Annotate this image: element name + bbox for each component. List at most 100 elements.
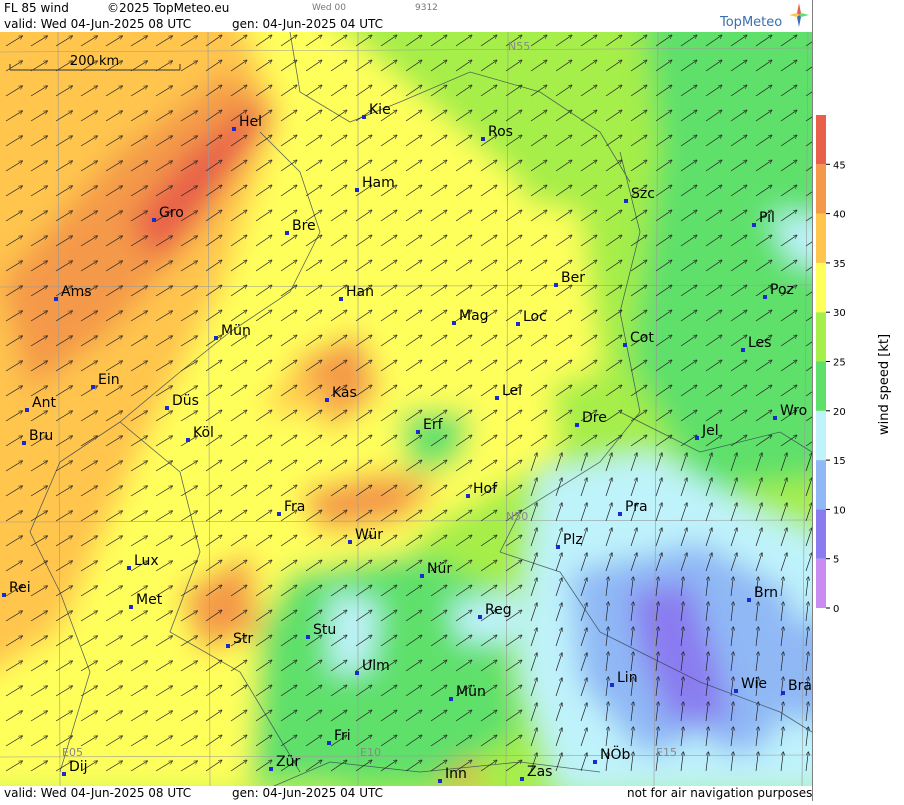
wind-map[interactable]: 200 km N55 N50 E05 E10 E15 Kie Hel Ros Ham S… [0, 32, 812, 786]
city-marker [741, 348, 745, 352]
grid-label-e10: E10 [360, 746, 381, 759]
city-marker [22, 441, 26, 445]
city-marker [91, 385, 95, 389]
city-label: Met [136, 592, 163, 608]
city-marker [554, 283, 558, 287]
city-label: Ams [61, 284, 92, 300]
legend-color-step [816, 164, 826, 214]
city-marker [325, 398, 329, 402]
city-label: Str [233, 631, 253, 647]
product-title: FL 85 wind [4, 1, 69, 15]
footer-valid-time: valid: Wed 04-Jun-2025 08 UTC [4, 786, 192, 800]
city-marker [478, 615, 482, 619]
city-label: Hof [473, 481, 498, 497]
legend-tick-label: 20 [833, 407, 846, 418]
city-marker [452, 321, 456, 325]
city-label: Reg [485, 602, 512, 618]
city-marker [752, 223, 756, 227]
city-marker [763, 295, 767, 299]
city-label: Fra [284, 499, 305, 515]
run-code: 9312 [415, 3, 438, 13]
legend-tick-label: 30 [833, 308, 846, 319]
city-marker [773, 416, 777, 420]
city-label: Erf [423, 417, 444, 433]
city-marker [355, 671, 359, 675]
city-label: Jel [701, 423, 719, 439]
city-label: Han [346, 284, 374, 300]
city-label: Zas [527, 764, 552, 780]
legend-panel: 0 5 10 15 20 25 30 35 40 45 wind speed [kt] [811, 0, 904, 801]
wind-map-canvas: 200 km N55 N50 E05 E10 E15 Kie Hel Ros Ham S… [0, 32, 812, 786]
city-label: Inn [445, 766, 467, 782]
city-marker [520, 777, 524, 781]
city-label: Bra [788, 678, 812, 694]
city-label: Pra [625, 499, 648, 515]
city-label: Les [748, 335, 771, 351]
grid-label-n50: N50 [506, 510, 528, 523]
city-marker [610, 683, 614, 687]
grid-label-n55: N55 [508, 40, 530, 53]
city-label: Ant [32, 395, 56, 411]
scale-bar-label: 200 km [70, 54, 119, 69]
city-marker [516, 322, 520, 326]
city-label: Ber [561, 270, 585, 286]
city-label: Bru [29, 428, 53, 444]
copyright: ©2025 TopMeteo.eu [107, 1, 230, 15]
city-marker [449, 697, 453, 701]
legend-colorbar [816, 115, 826, 608]
city-marker [348, 540, 352, 544]
city-label: Zür [276, 754, 300, 770]
legend-color-step [816, 509, 826, 559]
city-marker [306, 635, 310, 639]
wind-speed-field [0, 32, 812, 786]
city-marker [593, 760, 597, 764]
legend-color-step [816, 558, 826, 608]
city-label: Wür [355, 527, 383, 543]
city-marker [355, 188, 359, 192]
city-label: Loc [523, 309, 547, 325]
footer-generated-time: gen: 04-Jun-2025 04 UTC [232, 786, 384, 800]
city-label: Rei [9, 580, 31, 596]
legend-tick-label: 45 [833, 160, 846, 171]
legend-color-step [816, 262, 826, 313]
city-label: Fri [334, 728, 351, 744]
city-marker [781, 691, 785, 695]
city-marker [277, 512, 281, 516]
city-label: Wie [741, 676, 767, 692]
wind-speed-legend: 0 5 10 15 20 25 30 35 40 45 wind speed [kt] [811, 0, 892, 801]
legend-tick-label: 10 [833, 505, 846, 516]
grid-label-e05: E05 [62, 746, 83, 759]
legend-tick-label: 0 [833, 604, 839, 615]
legend-tick-label: 5 [833, 555, 839, 566]
city-label: Poz [770, 282, 794, 298]
legend-color-step [816, 312, 826, 362]
legend-color-step [816, 213, 826, 263]
city-label: Kie [369, 102, 391, 118]
city-marker [747, 598, 751, 602]
city-marker [734, 689, 738, 693]
city-label: Ein [98, 372, 120, 388]
legend-ticks: 0 5 10 15 20 25 30 35 40 45 [826, 160, 846, 615]
city-marker [269, 767, 273, 771]
legend-tick-label: 25 [833, 358, 846, 369]
city-label: Lux [134, 553, 159, 569]
city-label: Dij [69, 759, 88, 775]
map-header: FL 85 wind ©2025 TopMeteo.eu Wed 00 9312… [0, 0, 812, 32]
city-marker [226, 644, 230, 648]
navigation-disclaimer: not for air navigation purposes [627, 786, 813, 800]
city-label: Köl [193, 425, 214, 441]
city-marker [54, 297, 58, 301]
city-marker [466, 494, 470, 498]
legend-title: wind speed [kt] [877, 334, 892, 435]
city-marker [623, 343, 627, 347]
city-marker [481, 137, 485, 141]
city-label: Dre [582, 410, 607, 426]
city-label: NÖb [600, 745, 630, 763]
city-marker [127, 566, 131, 570]
city-label: Düs [172, 393, 199, 409]
generated-time: gen: 04-Jun-2025 04 UTC [232, 17, 384, 31]
city-marker [152, 218, 156, 222]
legend-color-step [816, 410, 826, 461]
city-label: Mün [221, 323, 251, 339]
city-label: Szc [631, 186, 655, 202]
